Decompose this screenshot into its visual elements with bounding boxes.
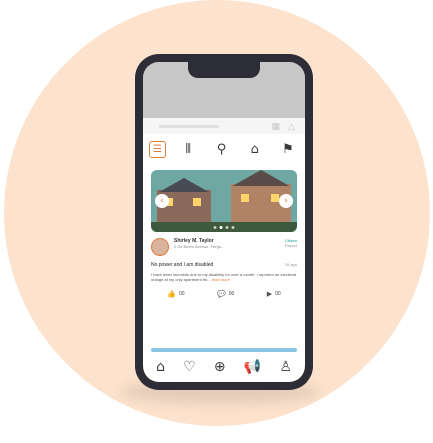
badge-line2: Report xyxy=(284,243,297,248)
chat-icon: 💬 xyxy=(217,290,226,298)
avatar[interactable] xyxy=(151,238,169,256)
comment-count: 00 xyxy=(228,291,235,297)
bar-chart-icon[interactable]: ⫴ xyxy=(177,138,199,160)
listing-image-carousel[interactable]: ‹ › xyxy=(151,170,297,232)
heart-icon[interactable]: ♡ xyxy=(183,360,196,374)
reactions-row: 👍 00 💬 00 ▶ 00 xyxy=(151,290,297,298)
grid-icon[interactable]: ▦ xyxy=(272,121,281,131)
post-body: I have been immobile due to my disabilit… xyxy=(151,272,297,282)
status-badge: Citizen Report xyxy=(285,238,297,248)
bell-icon[interactable]: △ xyxy=(288,121,295,131)
video-icon: ▶ xyxy=(266,290,273,298)
like-button[interactable]: 👍 00 xyxy=(167,290,184,298)
post-title: No power and I am disabled xyxy=(151,262,214,268)
carousel-dots xyxy=(213,226,235,229)
carousel-dot[interactable] xyxy=(219,226,223,229)
list-icon[interactable]: ☰ xyxy=(149,140,166,158)
phone-frame: ▦ △ ☰ ⫴ ⚲ ⌂ ⚑ ‹ › Shirley M. Taylor 2 De… xyxy=(135,54,313,390)
carousel-prev-icon[interactable]: ‹ xyxy=(155,194,169,208)
pin-icon[interactable]: ⚑ xyxy=(277,138,299,160)
like-count: 00 xyxy=(178,291,185,297)
carousel-dot[interactable] xyxy=(231,226,235,229)
category-toolbar: ☰ ⫴ ⚲ ⌂ ⚑ xyxy=(149,138,299,160)
search-bar-placeholder[interactable] xyxy=(159,124,219,128)
post-time: 28 ago xyxy=(284,262,297,267)
progress-fill xyxy=(151,348,297,352)
post-header: Shirley M. Taylor 2 De Beers Avenue, Fer… xyxy=(151,238,297,256)
header-strip: ▦ △ xyxy=(143,118,305,134)
author-address: 2 De Beers Avenue, Fergo... xyxy=(174,244,225,249)
phone-notch xyxy=(188,62,260,78)
comment-button[interactable]: 💬 00 xyxy=(217,290,234,298)
profile-icon[interactable]: ♙ xyxy=(279,360,292,374)
video-count: 00 xyxy=(275,291,281,297)
progress-bar xyxy=(151,348,297,352)
video-button[interactable]: ▶ 00 xyxy=(267,290,281,298)
carousel-dot[interactable] xyxy=(225,226,229,229)
add-icon[interactable]: ⊕ xyxy=(214,360,226,374)
megaphone-icon[interactable]: 📢 xyxy=(244,360,261,374)
thumbs-up-icon: 👍 xyxy=(167,290,176,298)
post-title-row: No power and I am disabled 28 ago xyxy=(151,262,297,268)
phone-screen: ▦ △ ☰ ⫴ ⚲ ⌂ ⚑ ‹ › Shirley M. Taylor 2 De… xyxy=(143,62,305,382)
read-more-link[interactable]: read more xyxy=(212,277,230,282)
carousel-next-icon[interactable]: › xyxy=(279,194,293,208)
home-search-icon[interactable]: ⌂ xyxy=(244,138,266,160)
tag-icon[interactable]: ⚲ xyxy=(211,138,233,160)
post-card: Shirley M. Taylor 2 De Beers Avenue, Fer… xyxy=(151,238,297,298)
home-icon[interactable]: ⌂ xyxy=(156,360,165,374)
carousel-dot[interactable] xyxy=(213,226,217,229)
bottom-navigation: ⌂ ♡ ⊕ 📢 ♙ xyxy=(147,356,301,378)
